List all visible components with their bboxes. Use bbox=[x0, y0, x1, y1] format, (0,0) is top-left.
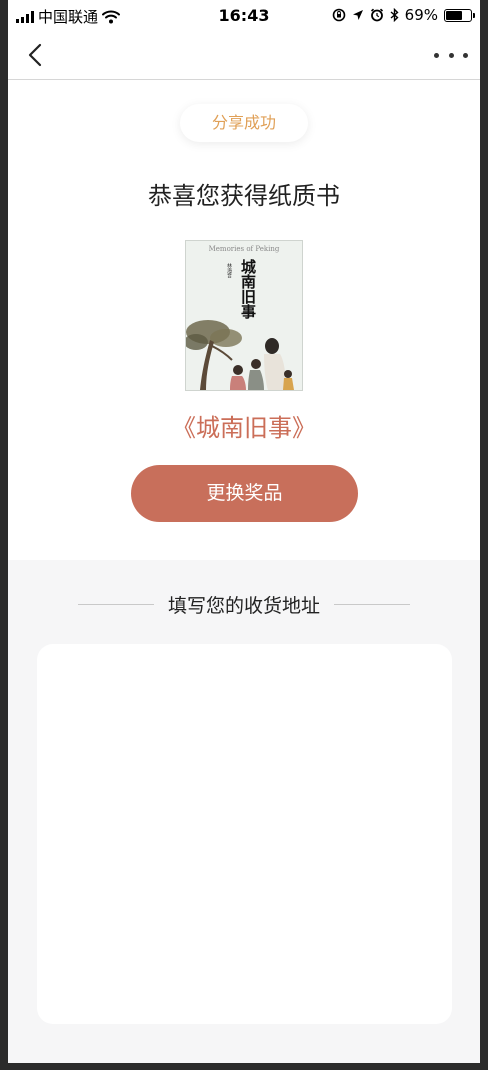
orientation-lock-icon bbox=[332, 8, 345, 22]
book-title: 《城南旧事》 bbox=[172, 414, 316, 442]
alarm-icon bbox=[370, 8, 383, 22]
battery-percent: 69% bbox=[404, 6, 438, 24]
back-button[interactable] bbox=[22, 38, 52, 72]
divider-left bbox=[77, 603, 154, 605]
prize-section: 分享成功 恭喜您获得纸质书 Memories of Peking 城南旧事 林海… bbox=[8, 80, 480, 560]
battery-fill bbox=[446, 10, 462, 20]
location-arrow-icon bbox=[352, 10, 363, 20]
address-section-title: 填写您的收货地址 bbox=[167, 594, 320, 617]
status-right: 69% bbox=[332, 6, 475, 24]
more-dots-icon bbox=[434, 52, 439, 58]
address-form-card[interactable] bbox=[37, 644, 452, 1024]
congrats-headline: 恭喜您获得纸质书 bbox=[148, 182, 340, 210]
bluetooth-icon bbox=[390, 8, 399, 22]
battery-icon bbox=[444, 8, 475, 22]
cover-english-title: Memories of Peking bbox=[208, 245, 280, 253]
phone-screen: 中国联通 16:43 69% 分享成功 恭喜您获得纸质书 Memories of… bbox=[8, 0, 480, 1063]
chevron-left-icon bbox=[28, 43, 42, 67]
nav-bar bbox=[8, 30, 480, 80]
book-cover: Memories of Peking 城南旧事 林海音 bbox=[185, 240, 303, 391]
cover-illustration bbox=[186, 320, 294, 390]
address-section-header: 填写您的收货地址 bbox=[8, 590, 480, 618]
divider-right bbox=[334, 603, 410, 605]
change-prize-button[interactable]: 更换奖品 bbox=[131, 465, 358, 522]
share-success-badge: 分享成功 bbox=[180, 104, 308, 142]
status-bar: 中国联通 16:43 69% bbox=[8, 0, 480, 30]
cover-author: 林海音 bbox=[226, 263, 232, 278]
more-button[interactable] bbox=[434, 40, 468, 70]
